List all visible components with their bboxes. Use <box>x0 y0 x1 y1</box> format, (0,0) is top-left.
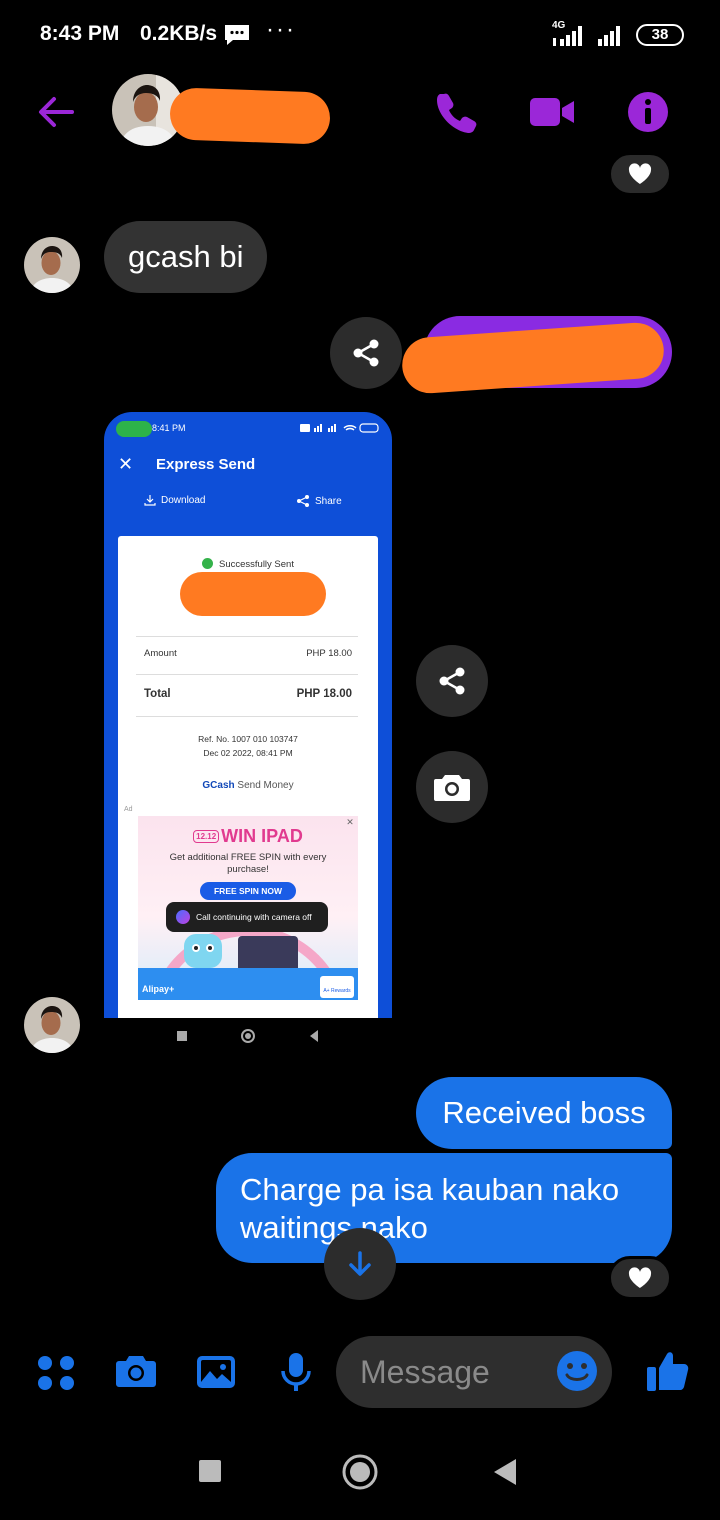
voice-call-icon[interactable] <box>432 88 480 136</box>
image-actions: Download Share <box>104 490 392 534</box>
image-status-time: 8:41 PM <box>152 423 186 433</box>
check-icon <box>202 558 213 569</box>
ad-badge: 12.12 <box>193 830 220 843</box>
status-bar: 8:43 PM 0.2KB/s ··· 4G 38 <box>0 0 720 70</box>
mascot-icon <box>184 934 222 968</box>
apps-menu-icon[interactable] <box>34 1350 78 1394</box>
recipient-redaction <box>180 572 326 616</box>
contact-name-redacted <box>169 87 331 145</box>
image-nav-bar <box>104 1018 392 1052</box>
amount-value: PHP 18.00 <box>306 648 352 659</box>
outgoing-message[interactable]: Charge pa isa kauban nako waitings nako <box>216 1153 672 1263</box>
divider <box>136 674 358 675</box>
back-arrow-icon[interactable] <box>34 90 78 134</box>
signal-icon-2 <box>598 26 620 46</box>
share-label: Share <box>315 495 342 507</box>
image-nav-icons <box>177 1029 318 1043</box>
sender-avatar[interactable] <box>24 997 80 1053</box>
outgoing-message[interactable]: Received boss <box>416 1077 672 1149</box>
more-notifications-icon: ··· <box>266 16 296 43</box>
heart-icon <box>628 1267 652 1288</box>
sender-avatar[interactable] <box>24 237 80 293</box>
share-icon <box>439 667 465 695</box>
thumbs-up-icon[interactable] <box>644 1348 690 1394</box>
microphone-icon[interactable] <box>274 1350 318 1394</box>
receipt-card: Successfully Sent Amount PHP 18.00 Total… <box>118 536 378 1036</box>
camera-icon <box>434 775 470 801</box>
call-toast: Call continuing with camera off <box>166 902 328 932</box>
share-image-button[interactable] <box>416 645 488 717</box>
arrow-down-icon <box>349 1251 371 1276</box>
home-button[interactable] <box>342 1454 378 1490</box>
video-call-icon[interactable] <box>528 88 576 136</box>
status-time: 8:43 PM <box>40 22 120 45</box>
camera-icon[interactable] <box>114 1350 158 1394</box>
gallery-icon[interactable] <box>194 1350 238 1394</box>
image-title-row: ✕ Express Send <box>104 446 392 490</box>
amount-label: Amount <box>144 648 177 659</box>
close-icon: ✕ <box>118 454 134 474</box>
toast-text: Call continuing with camera off <box>196 912 312 922</box>
gcash-logo-text: GCash <box>202 780 235 791</box>
rewards-logo: A+ Rewards <box>320 976 354 998</box>
download-label: Download <box>161 494 206 506</box>
reference-number: Ref. No. 1007 010 103747 <box>198 734 298 744</box>
amount-row: Amount PHP 18.00 <box>144 648 352 659</box>
ad-close-icon: ✕ <box>346 817 354 827</box>
gcash-brand: GCash Send Money <box>118 780 378 791</box>
messenger-icon <box>176 910 190 924</box>
emoji-icon[interactable] <box>556 1350 598 1392</box>
alipay-logo: Alipay+ <box>142 984 175 994</box>
brand-suffix: Send Money <box>237 780 294 791</box>
shared-receipt-image[interactable]: 8:41 PM ✕ Express Send Download Share Su… <box>104 412 392 1052</box>
image-status-icons <box>300 423 379 433</box>
network-speed: 0.2KB/s <box>140 22 218 45</box>
image-share: Share <box>296 494 342 508</box>
heart-icon <box>628 163 652 184</box>
message-input[interactable]: Message <box>336 1336 612 1408</box>
divider <box>136 636 358 637</box>
message-composer: Message <box>0 1330 720 1420</box>
success-status: Successfully Sent <box>118 558 378 570</box>
incoming-message[interactable]: gcash bi <box>104 221 268 293</box>
success-text: Successfully Sent <box>219 559 294 570</box>
ad-label: Ad <box>124 806 133 813</box>
image-status-bar: 8:41 PM <box>104 412 392 446</box>
heart-reaction[interactable] <box>608 1256 672 1300</box>
share-icon <box>353 339 379 367</box>
camera-button[interactable] <box>416 751 488 823</box>
ad-subtitle: Get additional FREE SPIN with every purc… <box>169 852 327 875</box>
image-download: Download <box>144 494 205 506</box>
system-navigation-bar <box>0 1430 720 1520</box>
download-icon <box>144 495 156 506</box>
ad-title: 12.12 WIN IPAD <box>138 826 358 847</box>
conversation-header <box>0 70 720 160</box>
ad-title-text: WIN IPAD <box>221 826 303 846</box>
heart-reaction[interactable] <box>608 152 672 196</box>
scroll-to-bottom-button[interactable] <box>324 1228 396 1300</box>
share-icon <box>297 495 309 507</box>
mic-indicator <box>116 421 152 437</box>
battery-indicator: 38 <box>636 24 684 46</box>
divider <box>136 716 358 717</box>
transaction-date: Dec 02 2022, 08:41 PM <box>203 748 293 758</box>
message-notification-icon <box>225 25 249 45</box>
total-value: PHP 18.00 <box>296 688 352 700</box>
message-placeholder: Message <box>360 1354 490 1390</box>
share-button[interactable] <box>330 317 402 389</box>
total-row: Total PHP 18.00 <box>144 688 352 700</box>
image-title: Express Send <box>156 456 256 473</box>
back-button[interactable] <box>494 1459 516 1485</box>
ad-button: FREE SPIN NOW <box>200 882 296 900</box>
signal-icon-1 <box>553 26 582 46</box>
total-label: Total <box>144 688 171 700</box>
recents-button[interactable] <box>199 1460 221 1482</box>
info-icon[interactable] <box>624 88 672 136</box>
